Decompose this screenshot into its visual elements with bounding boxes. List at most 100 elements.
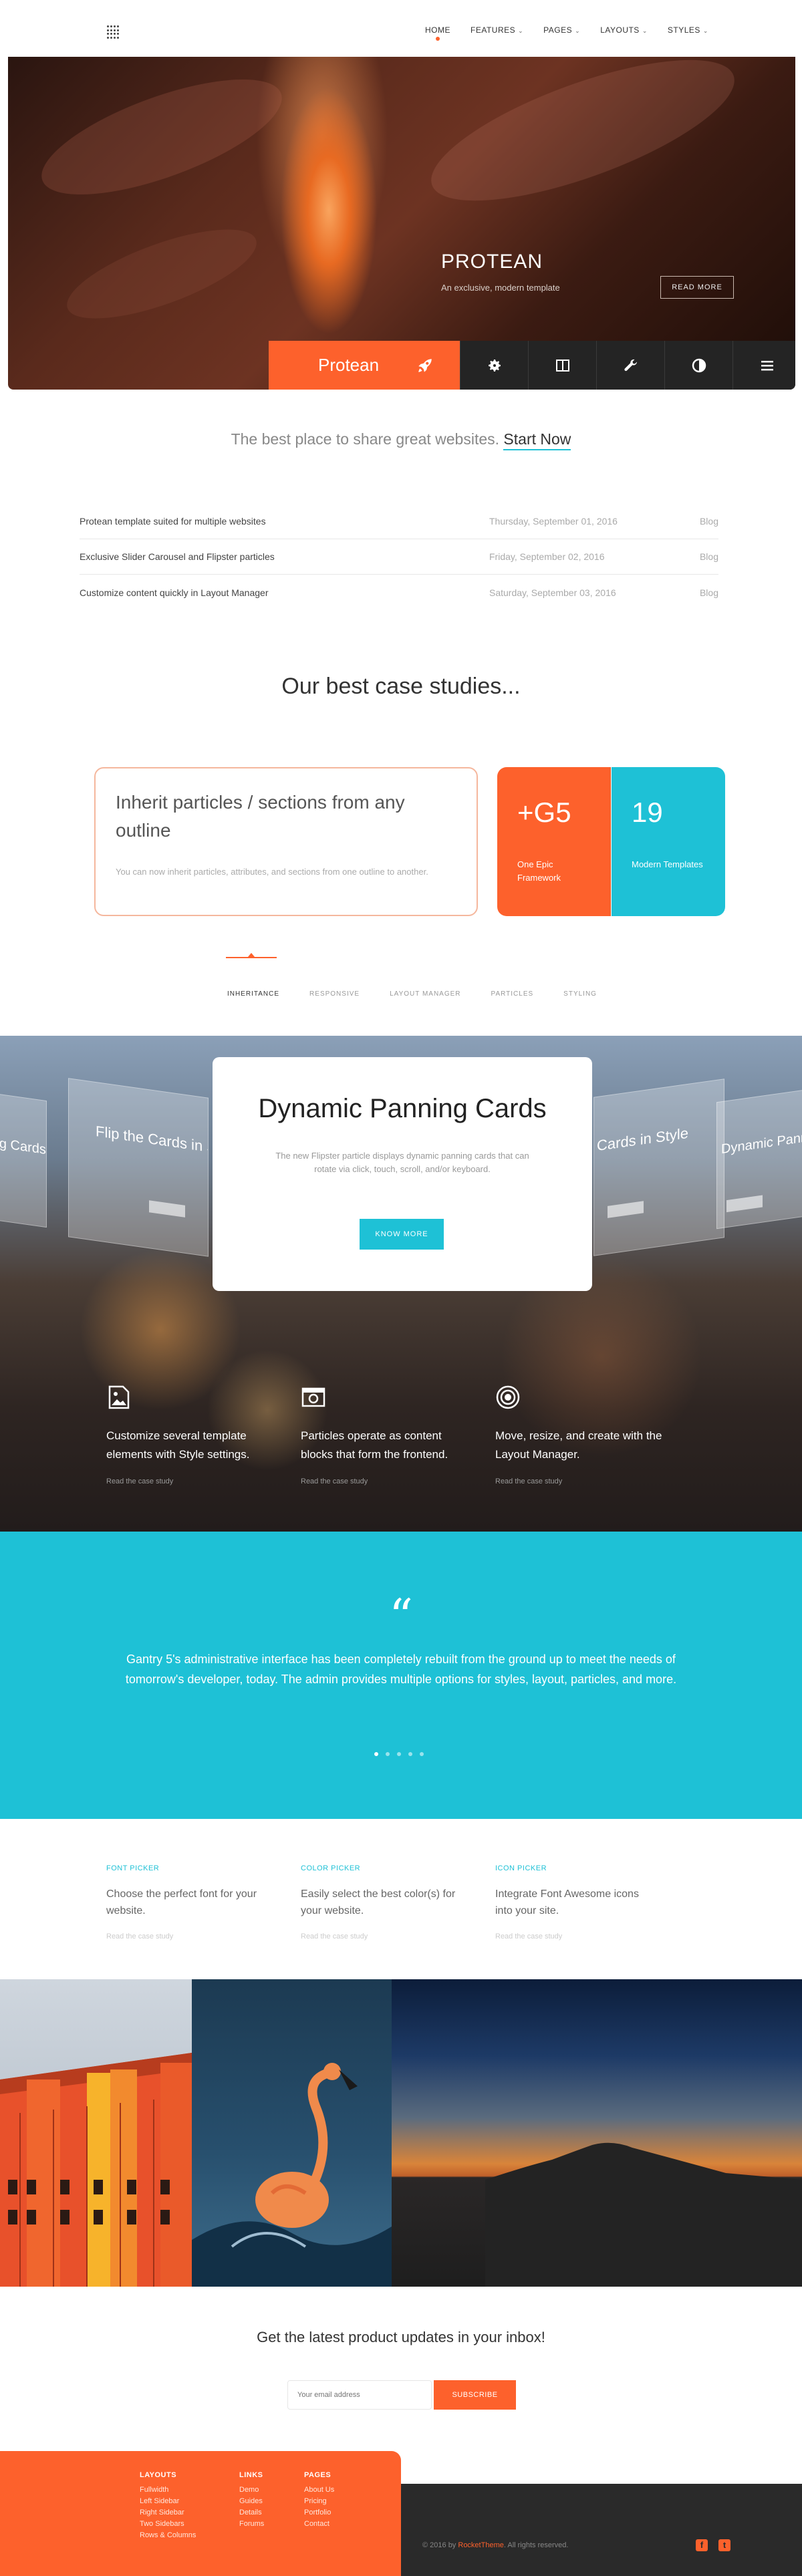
stat-value: 19 [632,797,663,828]
feature-text: Move, resize, and create with the Layout… [495,1429,662,1461]
list-item[interactable]: Protean template suited for multiple web… [80,504,718,539]
carousel-dot[interactable] [374,1752,378,1756]
tab-responsive[interactable]: RESPONSIVE [309,990,360,998]
tab-particles[interactable]: PARTICLES [491,990,534,998]
footer-column-links: LINKS Demo Guides Details Forums [239,2471,264,2530]
footer-column-pages: PAGES About Us Pricing Portfolio Contact [304,2471,334,2530]
active-tab-indicator [226,953,277,958]
footer-heading: PAGES [304,2471,331,2479]
footer-link[interactable]: Left Sidebar [140,2496,196,2507]
post-category[interactable]: Blog [692,551,718,562]
camera-icon [301,1387,325,1407]
carousel-dot[interactable] [397,1752,401,1756]
dynamic-panning-card: Dynamic Panning Cards The new Flipster p… [213,1057,592,1291]
footer-heading: LINKS [239,2471,263,2479]
nav-item-features[interactable]: FEATURES ⌄ [471,25,523,35]
footer-link[interactable]: Demo [239,2484,264,2496]
picker-heading: ICON PICKER [495,1864,547,1872]
nav-item-layouts[interactable]: LAYOUTS ⌄ [600,25,648,35]
case-study-link[interactable]: Read the case study [301,1933,461,1941]
nav-item-home[interactable]: HOME [425,25,450,41]
carousel-dot[interactable] [386,1752,390,1756]
email-field[interactable] [287,2380,432,2410]
post-date: Friday, September 02, 2016 [489,551,605,562]
know-more-button[interactable]: KNOW MORE [360,1219,444,1250]
footer-link[interactable]: Guides [239,2496,264,2507]
gallery-image-building[interactable] [0,1979,192,2287]
toolbar-brand-label: Protean [318,355,380,375]
flip-card-title: Cards in Style [597,1124,688,1155]
subscribe-button[interactable]: SUBSCRIBE [434,2380,516,2410]
hero-rock-texture [416,57,750,229]
list-item[interactable]: Exclusive Slider Carousel and Flipster p… [80,539,718,575]
toolbar-brand[interactable]: Protean [269,341,460,390]
post-category[interactable]: Blog [692,516,718,527]
list-item[interactable]: Customize content quickly in Layout Mana… [80,575,718,610]
flip-card-button[interactable] [608,1201,644,1218]
nav-label: LAYOUTS [600,25,640,35]
stat-tile-g5: +G5 One Epic Framework [497,767,611,916]
start-now-link[interactable]: Start Now [503,430,571,450]
hero-rock-texture [57,211,267,337]
post-title[interactable]: Exclusive Slider Carousel and Flipster p… [80,551,489,562]
footer-link[interactable]: Contact [304,2519,334,2530]
nav-label: FEATURES [471,25,516,35]
gallery-image-sunset[interactable] [392,1979,802,2287]
footer-link[interactable]: About Us [304,2484,334,2496]
icon-picker-block: ICON PICKER Integrate Font Awesome icons… [495,1864,656,1941]
tab-styling[interactable]: STYLING [563,990,597,998]
facebook-icon[interactable]: f [696,2539,708,2551]
flip-card-far-left[interactable]: c Panning Cards [0,1088,47,1228]
flip-card-button[interactable] [726,1195,763,1213]
footer-link[interactable]: Right Sidebar [140,2507,196,2519]
flip-card-right[interactable]: Cards in Style [593,1079,724,1256]
footer-link[interactable]: Details [239,2507,264,2519]
rockettheme-link[interactable]: RocketTheme [458,2541,503,2549]
post-title[interactable]: Protean template suited for multiple web… [80,516,489,527]
twitter-icon[interactable]: t [718,2539,730,2551]
picker-heading: FONT PICKER [106,1864,160,1872]
building-illustration [0,2053,192,2287]
menu-button[interactable] [732,341,795,390]
footer-link[interactable]: Forums [239,2519,264,2530]
footer-link[interactable]: Pricing [304,2496,334,2507]
settings-button[interactable] [460,341,528,390]
carousel-dot[interactable] [408,1752,412,1756]
footer-link[interactable]: Two Sidebars [140,2519,196,2530]
font-picker-block: FONT PICKER Choose the perfect font for … [106,1864,267,1941]
picker-text: Integrate Font Awesome icons into your s… [495,1888,639,1916]
post-category[interactable]: Blog [692,587,718,598]
stat-label: Modern Templates [632,859,703,869]
tab-layout-manager[interactable]: LAYOUT MANAGER [390,990,460,998]
case-study-link[interactable]: Read the case study [495,1933,656,1941]
nav-item-pages[interactable]: PAGES ⌄ [543,25,580,35]
carousel-dot[interactable] [420,1752,424,1756]
read-more-button[interactable]: READ MORE [660,276,734,299]
layout-button[interactable] [528,341,596,390]
flip-card-far-right[interactable]: Dynamic Pannin [716,1087,802,1230]
footer-link[interactable]: Fullwidth [140,2484,196,2496]
case-study-link[interactable]: Read the case study [301,1477,468,1485]
panel-text: The new Flipster particle displays dynam… [275,1151,529,1174]
case-study-link[interactable]: Read the case study [106,1477,273,1485]
sunset-illustration [485,2142,802,2287]
feature-block: Customize several template elements with… [106,1385,273,1485]
feature-block: Move, resize, and create with the Layout… [495,1385,662,1485]
case-study-link[interactable]: Read the case study [106,1933,267,1941]
testimonial-text: Gantry 5's administrative interface has … [125,1653,677,1686]
gallery-image-flamingo[interactable] [192,1979,392,2287]
flip-card-left[interactable]: Flip the Cards in Style [68,1078,209,1257]
tools-button[interactable] [596,341,664,390]
tab-inheritance[interactable]: INHERITANCE [227,990,279,998]
case-study-link[interactable]: Read the case study [495,1477,662,1485]
contrast-button[interactable] [664,341,732,390]
nav-item-styles[interactable]: STYLES ⌄ [668,25,708,35]
flip-card-button[interactable] [149,1200,185,1218]
flip-card-title: c Panning Cards [0,1129,46,1157]
tagline-text: The best place to share great websites. [231,430,500,448]
post-title[interactable]: Customize content quickly in Layout Mana… [80,587,489,598]
logo-icon[interactable] [107,25,120,39]
flamingo-illustration [192,2063,392,2287]
footer-link[interactable]: Rows & Columns [140,2530,196,2541]
footer-link[interactable]: Portfolio [304,2507,334,2519]
